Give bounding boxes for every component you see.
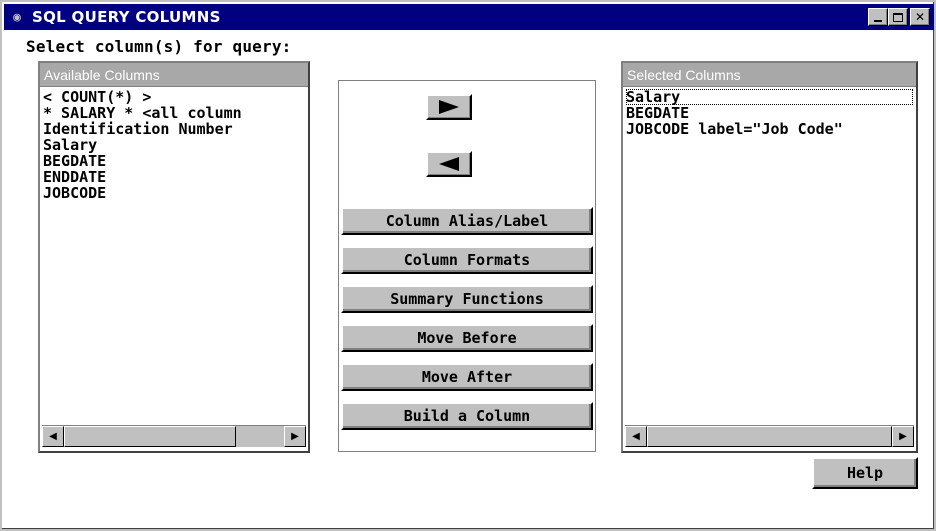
query-prompt: Select column(s) for query:: [26, 37, 292, 56]
window-title: SQL QUERY COLUMNS: [32, 8, 221, 26]
minimize-icon: [874, 20, 882, 22]
selected-columns-list[interactable]: Selected Columns Salary BEGDATE JOBCODE …: [621, 61, 918, 453]
list-item[interactable]: JOBCODE: [43, 185, 305, 201]
scroll-thumb[interactable]: [647, 426, 892, 447]
available-columns-header: Available Columns: [40, 63, 308, 87]
add-column-button[interactable]: [426, 94, 472, 120]
move-after-button[interactable]: Move After: [341, 363, 593, 391]
column-alias-label-button[interactable]: Column Alias/Label: [341, 207, 593, 235]
list-item[interactable]: ENDDATE: [43, 169, 305, 185]
scroll-left-button[interactable]: ◀: [42, 426, 64, 447]
column-formats-button[interactable]: Column Formats: [341, 246, 593, 274]
list-item[interactable]: BEGDATE: [626, 105, 913, 121]
list-item[interactable]: Salary: [43, 137, 305, 153]
close-icon: ✕: [914, 10, 926, 24]
scroll-right-button[interactable]: ▶: [892, 426, 914, 447]
scroll-thumb[interactable]: [64, 426, 236, 447]
scroll-left-button[interactable]: ◀: [625, 426, 647, 447]
available-horizontal-scrollbar[interactable]: ◀ ▶: [42, 425, 306, 447]
selected-horizontal-scrollbar[interactable]: ◀ ▶: [625, 425, 914, 447]
remove-column-button[interactable]: [426, 151, 472, 177]
list-item[interactable]: JOBCODE label="Job Code": [626, 121, 913, 137]
arrow-right-icon: [439, 100, 459, 114]
list-item[interactable]: * SALARY * <all column: [43, 105, 305, 121]
minimize-button[interactable]: [868, 8, 888, 26]
window-controls: ✕: [868, 8, 930, 26]
move-before-button[interactable]: Move Before: [341, 324, 593, 352]
maximize-icon: [893, 12, 903, 22]
summary-functions-button[interactable]: Summary Functions: [341, 285, 593, 313]
maximize-button[interactable]: [888, 8, 908, 26]
scroll-left-icon: ◀: [632, 431, 640, 442]
arrow-left-icon: [439, 157, 459, 171]
list-item[interactable]: Identification Number: [43, 121, 305, 137]
title-bar: ◉ SQL QUERY COLUMNS ✕: [4, 4, 934, 30]
selected-columns-body[interactable]: Salary BEGDATE JOBCODE label="Job Code": [623, 87, 916, 409]
close-button[interactable]: ✕: [910, 8, 930, 26]
scroll-right-icon: ▶: [899, 431, 907, 442]
help-button[interactable]: Help: [812, 457, 918, 489]
sas-icon: ◉: [13, 9, 21, 25]
scroll-left-icon: ◀: [49, 431, 57, 442]
scroll-right-button[interactable]: ▶: [284, 426, 306, 447]
list-item[interactable]: BEGDATE: [43, 153, 305, 169]
scroll-right-icon: ▶: [291, 431, 299, 442]
scroll-track[interactable]: [64, 426, 284, 447]
scroll-track[interactable]: [647, 426, 892, 447]
available-columns-body[interactable]: < COUNT(*) > * SALARY * <all column Iden…: [40, 87, 308, 409]
list-item[interactable]: Salary: [626, 89, 913, 105]
available-columns-list[interactable]: Available Columns < COUNT(*) > * SALARY …: [38, 61, 310, 453]
selected-columns-header: Selected Columns: [623, 63, 916, 87]
list-item[interactable]: < COUNT(*) >: [43, 89, 305, 105]
build-a-column-button[interactable]: Build a Column: [341, 402, 593, 430]
